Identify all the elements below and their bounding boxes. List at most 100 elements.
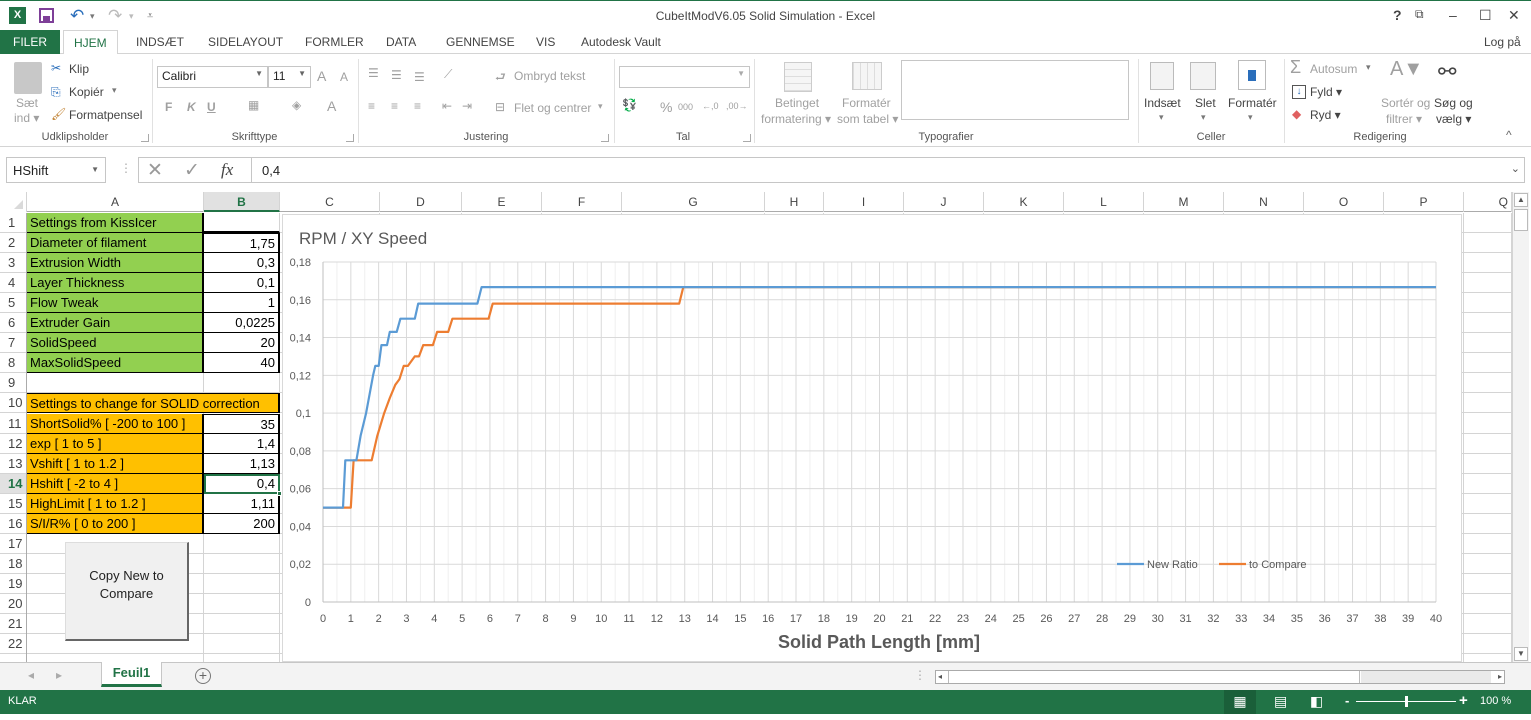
row-header-11[interactable]: 11 (0, 414, 26, 434)
cell-b16[interactable]: 200 (204, 514, 280, 534)
increase-indent-icon[interactable]: ⇥ (462, 99, 472, 113)
font-name-select[interactable]: Calibri ▼ (157, 66, 268, 88)
tab-insert[interactable]: INDSÆT (126, 30, 194, 54)
row-header-20[interactable]: 20 (0, 594, 26, 614)
minimize-icon[interactable]: – (1449, 7, 1457, 23)
cell-b13[interactable]: 1,13 (204, 454, 280, 474)
scroll-right-icon[interactable]: ▸ (1498, 671, 1502, 683)
shrink-font-button[interactable]: A (340, 70, 348, 84)
cell-b11[interactable]: 35 (204, 414, 280, 434)
paste-label-1[interactable]: Sæt (16, 96, 38, 110)
autosum-icon[interactable]: Σ (1290, 57, 1301, 78)
cell-a11[interactable]: ShortSolid% [ -200 to 100 ] (27, 414, 204, 434)
sort-filter-label-2[interactable]: filtrer ▾ (1386, 112, 1422, 126)
column-header-g[interactable]: G (622, 192, 765, 212)
tab-home[interactable]: HJEM (63, 30, 118, 55)
autosum-button[interactable]: Autosum (1310, 62, 1357, 76)
cell-b14[interactable]: 0,4 (204, 474, 280, 494)
tab-review[interactable]: GENNEMSE (436, 30, 525, 54)
column-header-h[interactable]: H (765, 192, 824, 212)
cell-a3[interactable]: Extrusion Width (27, 253, 204, 273)
format-as-table-label-2[interactable]: som tabel ▾ (837, 112, 898, 126)
tab-split-handle-icon[interactable]: ⋮ (914, 668, 926, 682)
percent-button[interactable]: % (660, 99, 672, 115)
horizontal-scrollbar[interactable]: ◂ ▸ (935, 670, 1505, 684)
align-middle-icon[interactable]: ☰ (391, 68, 402, 82)
cell-a14[interactable]: Hshift [ -2 to 4 ] (27, 474, 204, 494)
fill-color-icon[interactable]: ◈ (292, 98, 301, 112)
align-right-icon[interactable]: ≡ (414, 99, 421, 113)
format-as-table-label-1[interactable]: Formatér (842, 96, 891, 110)
tab-file[interactable]: FILER (0, 30, 60, 54)
row-header-16[interactable]: 16 (0, 514, 26, 534)
cell-a1[interactable]: Settings from KissIcer (27, 213, 204, 233)
cell-a7[interactable]: SolidSpeed (27, 333, 204, 353)
accounting-format-icon[interactable]: 💱 (622, 98, 637, 112)
cell-b5[interactable]: 1 (204, 293, 280, 313)
insert-function-icon[interactable]: fx (221, 160, 233, 180)
tab-view[interactable]: VIS (526, 30, 565, 54)
conditional-formatting-label-2[interactable]: formatering ▾ (761, 112, 831, 126)
cell-a6[interactable]: Extruder Gain (27, 313, 204, 333)
paste-icon[interactable] (14, 62, 42, 94)
chart-rpm-xy-speed[interactable]: RPM / XY Speed 0 0,02 0,04 0,06 0,08 0,1 0,12 0… (282, 214, 1462, 662)
row-header-12[interactable]: 12 (0, 434, 26, 454)
find-select-label-1[interactable]: Søg og (1434, 96, 1473, 110)
number-launcher-icon[interactable] (743, 134, 751, 142)
delete-cells-icon[interactable] (1190, 62, 1216, 90)
bold-button[interactable]: F (165, 100, 172, 114)
cell-a4[interactable]: Layer Thickness (27, 273, 204, 293)
cut-button[interactable]: Klip (69, 62, 89, 76)
column-header-n[interactable]: N (1224, 192, 1304, 212)
row-header-14[interactable]: 14 (0, 474, 26, 494)
collapse-ribbon-icon[interactable]: ^ (1506, 128, 1512, 142)
row-header-13[interactable]: 13 (0, 454, 26, 474)
sheet-prev-icon[interactable]: ◂ (28, 668, 34, 682)
row-header-3[interactable]: 3 (0, 253, 26, 273)
zoom-in-button[interactable]: + (1459, 692, 1468, 709)
column-header-i[interactable]: I (824, 192, 904, 212)
scroll-up-icon[interactable]: ▲ (1514, 193, 1528, 207)
row-header-8[interactable]: 8 (0, 353, 26, 373)
cell-a15[interactable]: HighLimit [ 1 to 1.2 ] (27, 494, 204, 514)
column-header-f[interactable]: F (542, 192, 622, 212)
autosum-dropdown-icon[interactable]: ▾ (1366, 62, 1371, 73)
cut-icon[interactable]: ✂ (51, 61, 61, 75)
row-header-17[interactable]: 17 (0, 534, 26, 554)
row-header-9[interactable]: 9 (0, 373, 26, 393)
copy-button[interactable]: Kopiér (69, 85, 104, 99)
row-header-5[interactable]: 5 (0, 293, 26, 313)
cell-b15[interactable]: 1,11 (204, 494, 280, 514)
column-header-o[interactable]: O (1304, 192, 1384, 212)
decrease-decimal-button[interactable]: ,00→ (726, 101, 748, 111)
align-center-icon[interactable]: ≡ (391, 99, 398, 113)
align-top-icon[interactable]: ☰ (368, 66, 379, 80)
cell-a10[interactable]: Settings to change for SOLID correction (27, 393, 280, 413)
copy-new-to-compare-button[interactable]: Copy New to Compare (65, 542, 189, 641)
insert-cells-icon[interactable] (1150, 62, 1174, 90)
delete-cells-button[interactable]: Slet (1195, 96, 1216, 110)
font-launcher-icon[interactable] (346, 134, 354, 142)
expand-formula-bar-icon[interactable]: ⌄ (1511, 162, 1520, 175)
column-header-j[interactable]: J (904, 192, 984, 212)
row-header-15[interactable]: 15 (0, 494, 26, 514)
cell-a13[interactable]: Vshift [ 1 to 1.2 ] (27, 454, 204, 474)
grow-font-button[interactable]: A (317, 68, 326, 84)
borders-icon[interactable]: ▦ (248, 98, 259, 112)
cell-b8[interactable]: 40 (204, 353, 280, 373)
clear-button[interactable]: Ryd ▾ (1310, 108, 1341, 122)
wrap-text-icon[interactable]: ⮐ (495, 68, 506, 89)
decrease-indent-icon[interactable]: ⇤ (442, 99, 452, 113)
horizontal-scroll-thumb[interactable] (948, 671, 1360, 683)
copy-dropdown-icon[interactable]: ▾ (112, 85, 117, 96)
italic-button[interactable]: K (187, 100, 196, 114)
select-all-corner[interactable] (0, 192, 27, 212)
sort-filter-label-1[interactable]: Sortér og (1381, 96, 1430, 110)
row-header-7[interactable]: 7 (0, 333, 26, 353)
copy-icon[interactable]: ⎘ (51, 85, 61, 100)
conditional-formatting-label-1[interactable]: Betinget (775, 96, 819, 110)
column-header-d[interactable]: D (380, 192, 462, 212)
sign-in-link[interactable]: Log på (1484, 30, 1521, 54)
merge-center-icon[interactable]: ⊟ (495, 100, 505, 114)
cell-a5[interactable]: Flow Tweak (27, 293, 204, 313)
